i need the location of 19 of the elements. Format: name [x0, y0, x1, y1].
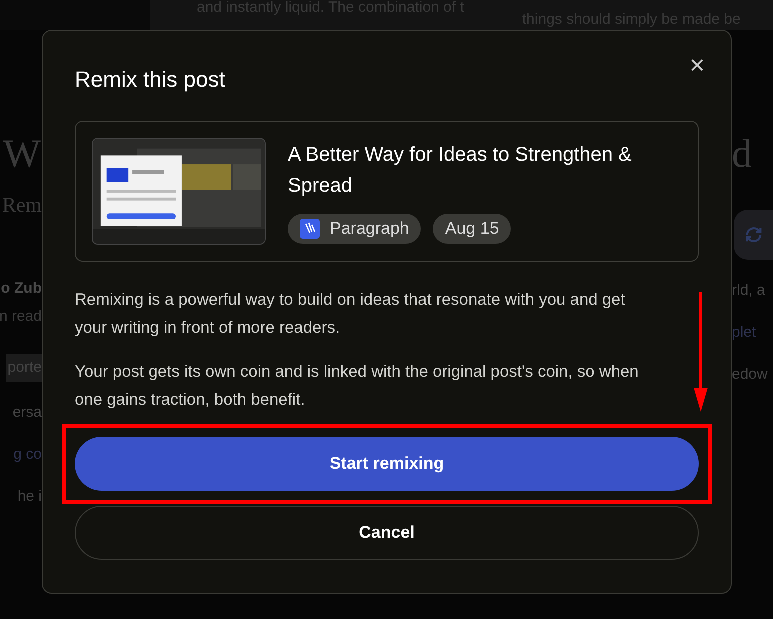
- post-title: A Better Way for Ideas to Strengthen & Spread: [288, 142, 633, 198]
- background-text: rld, a: [732, 281, 766, 301]
- logo-icon: [300, 218, 320, 238]
- refresh-icon: [744, 225, 764, 245]
- background-text: o Zub: [1, 279, 42, 299]
- date-badge: Aug 15: [433, 214, 512, 244]
- cancel-button[interactable]: Cancel: [75, 506, 699, 560]
- publisher-badge: Paragraph: [288, 214, 422, 244]
- background-text: g co: [14, 445, 42, 465]
- background-text: ersa: [12, 403, 42, 423]
- background-text: edow: [732, 365, 768, 385]
- description-text: Your post gets its own coin and is linked with the original post's coin, so when one gains traction, both benefit.: [75, 362, 640, 411]
- background-text: he i: [18, 487, 42, 507]
- dialog-title: Remix this post: [75, 66, 226, 94]
- refresh-button[interactable]: [734, 210, 773, 260]
- background-text: plet: [732, 323, 756, 343]
- close-button[interactable]: ×: [690, 52, 705, 78]
- start-button[interactable]: Start remixing: [75, 437, 699, 491]
- description-text: Remixing is a powerful way to build on ideas that resonate with you and get your writing in front of more readers.: [75, 290, 626, 339]
